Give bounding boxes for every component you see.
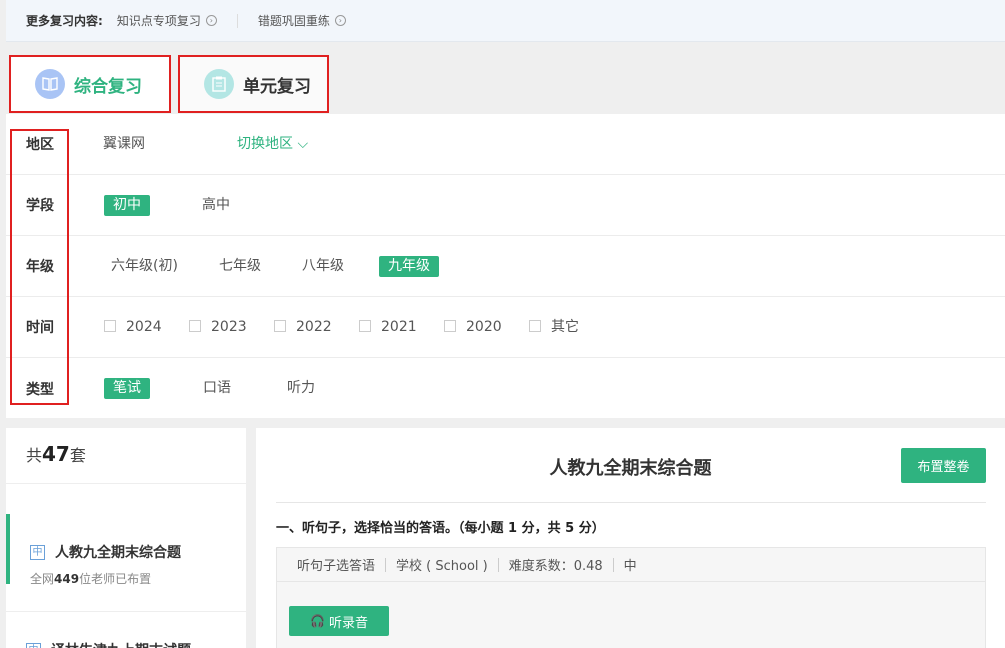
paper-title-text: 人教九全期末综合题 (55, 545, 181, 561)
review-tabs: 综合复习 单元复习 (0, 52, 1005, 114)
wrong-question-review-link[interactable]: 错题巩固重练 › (258, 12, 346, 29)
year-label: 2023 (211, 318, 247, 335)
region-label: 地区 (26, 137, 54, 153)
paper-detail: 人教九全期末综合题 布置整卷 一、听句子，选择恰当的答语。（每小题 1 分，共 … (256, 428, 1005, 648)
paper-assigned-info: 全网449位老师已布置 (30, 570, 246, 587)
question-type: 听句子选答语 (297, 559, 376, 574)
knowledge-review-link[interactable]: 知识点专项复习 › (117, 12, 217, 29)
tab-comprehensive-review-label: 综合复习 (74, 76, 142, 97)
list-item[interactable]: 中 人教九全期末综合题 全网449位老师已布置 (6, 514, 246, 587)
switch-region-label: 切换地区 (237, 135, 293, 152)
year-checkbox-2020[interactable]: 2020 (444, 317, 502, 338)
switch-region-link[interactable]: 切换地区 ⌵ (237, 134, 308, 155)
document-icon: 中 (26, 642, 41, 648)
paper-title-text: 译林牛津九上期末试题 (51, 640, 191, 648)
paper-list: 共47套 中 人教九全期末综合题 全网449位老师已布置 中 译林牛津九上期末试… (6, 428, 246, 648)
grade-label: 年级 (26, 259, 54, 275)
stage-label: 学段 (26, 198, 54, 214)
book-icon (35, 69, 65, 99)
paper-count-prefix: 共 (26, 446, 43, 465)
year-label: 2022 (296, 318, 332, 335)
knowledge-review-link-label: 知识点专项复习 (116, 14, 201, 28)
divider (6, 611, 246, 612)
stage-option-senior[interactable]: 高中 (202, 195, 230, 216)
grade-option-8[interactable]: 八年级 (302, 256, 344, 277)
filter-row-region: 地区 翼课网 切换地区 ⌵ (6, 114, 1005, 175)
question-topic: 学校 ( School ) (396, 559, 488, 574)
list-item[interactable]: 中 译林牛津九上期末试题 (6, 640, 246, 648)
year-checkbox-2021[interactable]: 2021 (359, 317, 417, 338)
more-review-bar: 更多复习内容: 知识点专项复习 › 错题巩固重练 › (6, 0, 1005, 42)
paper-count: 共47套 (26, 442, 86, 466)
more-review-label: 更多复习内容: (26, 14, 103, 28)
grade-option-9[interactable]: 九年级 (379, 255, 439, 277)
question-meta: 听句子选答语 学校 ( School ) 难度系数：0.48 中 (277, 548, 985, 582)
assigned-prefix: 全网 (30, 572, 55, 586)
filter-row-stage: 学段 初中 高中 (6, 175, 1005, 236)
checkbox-icon (104, 319, 116, 332)
listen-recording-label: 听录音 (328, 615, 368, 631)
divider (497, 557, 499, 572)
tab-unit-review-label: 单元复习 (243, 76, 311, 97)
checkbox-icon (189, 319, 201, 332)
assigned-count: 449 (54, 572, 80, 586)
year-label: 其它 (551, 318, 579, 335)
time-label: 时间 (26, 320, 54, 336)
divider (612, 557, 614, 572)
type-label: 类型 (26, 381, 54, 398)
type-option-written[interactable]: 笔试 (104, 378, 150, 399)
clipboard-icon (204, 69, 234, 99)
paper-count-suffix: 套 (69, 446, 86, 465)
divider (385, 557, 387, 572)
stage-option-junior[interactable]: 初中 (104, 194, 150, 216)
document-icon: 中 (30, 544, 45, 560)
checkbox-icon (274, 319, 286, 332)
type-option-oral[interactable]: 口语 (203, 378, 231, 399)
divider (276, 502, 986, 503)
year-checkbox-other[interactable]: 其它 (529, 317, 579, 338)
divider (6, 483, 246, 484)
chevron-down-icon: ⌵ (297, 135, 309, 152)
checkbox-icon (444, 319, 456, 332)
chevron-right-circle-icon: › (205, 15, 217, 26)
year-checkbox-2024[interactable]: 2024 (104, 317, 162, 338)
tab-comprehensive-review[interactable]: 综合复习 (9, 55, 171, 113)
type-option-listening[interactable]: 听力 (287, 378, 315, 399)
paper-title: 中 人教九全期末综合题 (30, 542, 246, 562)
divider (236, 13, 238, 28)
grade-option-6[interactable]: 六年级(初) (111, 256, 178, 277)
assign-full-paper-button[interactable]: 布置整卷 (901, 448, 986, 483)
year-label: 2021 (381, 318, 417, 335)
year-checkbox-2023[interactable]: 2023 (189, 317, 247, 338)
paper-title: 中 译林牛津九上期末试题 (26, 640, 246, 648)
difficulty-coefficient: 难度系数：0.48 (508, 559, 603, 574)
grade-option-7[interactable]: 七年级 (219, 256, 261, 277)
year-checkbox-2022[interactable]: 2022 (274, 317, 332, 338)
filter-panel: 地区 翼课网 切换地区 ⌵ 学段 初中 高中 年级 六年级(初) 七年级 八年级… (6, 114, 1005, 418)
question-card: 听句子选答语 学校 ( School ) 难度系数：0.48 中 🎧 听录音 (276, 547, 986, 648)
year-label: 2020 (466, 318, 502, 335)
listen-recording-button[interactable]: 🎧 听录音 (289, 606, 389, 636)
assigned-suffix: 位老师已布置 (79, 572, 152, 586)
difficulty-level: 中 (623, 559, 637, 574)
headphones-icon: 🎧 (310, 614, 325, 628)
paper-detail-title: 人教九全期末综合题 (549, 458, 712, 479)
wrong-question-review-link-label: 错题巩固重练 (257, 14, 330, 28)
section-title: 一、听句子，选择恰当的答语。（每小题 1 分，共 5 分） (276, 521, 605, 536)
checkbox-icon (529, 319, 541, 332)
filter-row-type: 类型 笔试 口语 听力 (6, 358, 1005, 419)
region-value: 翼课网 (103, 135, 145, 152)
filter-row-grade: 年级 六年级(初) 七年级 八年级 九年级 (6, 236, 1005, 297)
chevron-right-circle-icon: › (334, 15, 346, 26)
tab-unit-review[interactable]: 单元复习 (178, 55, 329, 113)
checkbox-icon (359, 319, 371, 332)
filter-row-time: 时间 2024 2023 2022 2021 2020 其它 (6, 297, 1005, 358)
paper-count-number: 47 (42, 442, 70, 466)
year-label: 2024 (126, 318, 162, 335)
